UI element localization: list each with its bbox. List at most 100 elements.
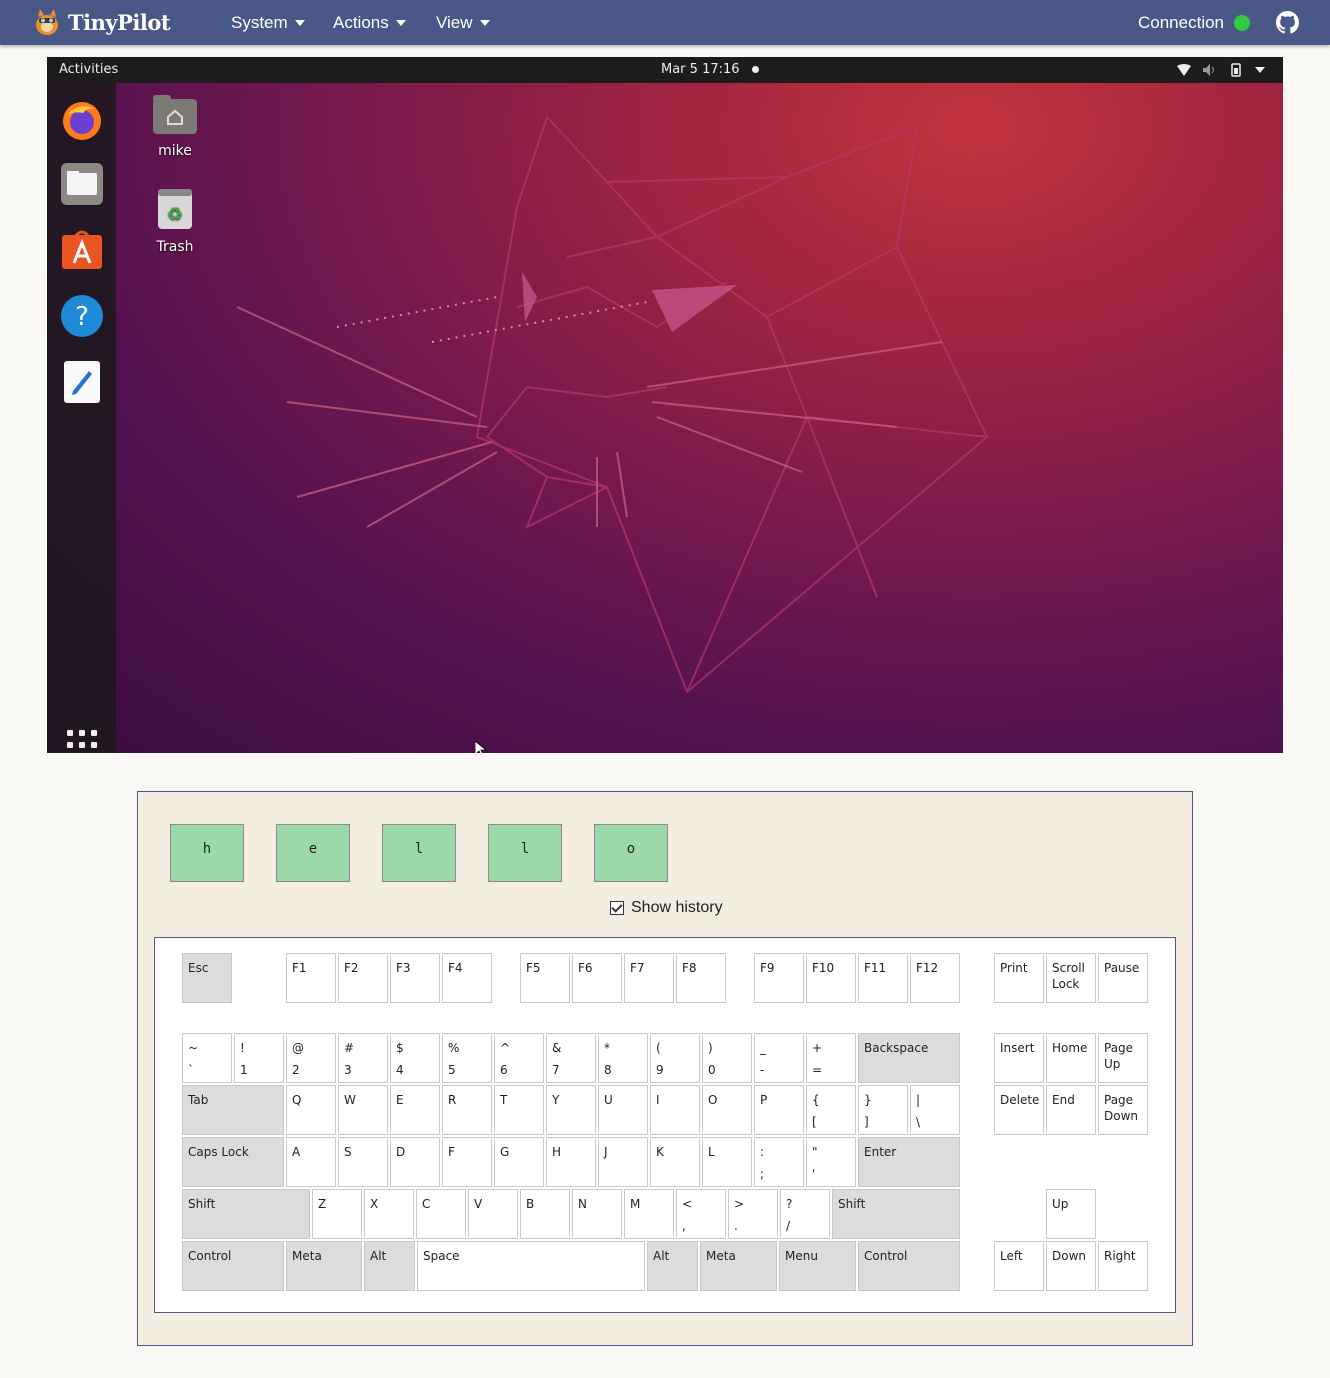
activities-button[interactable]: Activities bbox=[59, 62, 118, 77]
key-l[interactable]: L bbox=[702, 1137, 752, 1187]
key-f10[interactable]: F10 bbox=[806, 953, 856, 1003]
clock[interactable]: Mar 5 17:16 bbox=[661, 62, 740, 77]
key-e[interactable]: E bbox=[390, 1085, 440, 1135]
key-f12[interactable]: F12 bbox=[910, 953, 960, 1003]
key-sym[interactable]: | \ bbox=[910, 1085, 960, 1135]
key-backspace[interactable]: Backspace bbox=[858, 1033, 960, 1083]
key-page-down[interactable]: Page Down bbox=[1098, 1085, 1148, 1135]
menu-actions[interactable]: Actions bbox=[333, 0, 406, 45]
key-t[interactable]: T bbox=[494, 1085, 544, 1135]
menu-view[interactable]: View bbox=[436, 0, 490, 45]
key-f[interactable]: F bbox=[442, 1137, 492, 1187]
key-sym[interactable]: ~ ` bbox=[182, 1033, 232, 1083]
key-p[interactable]: P bbox=[754, 1085, 804, 1135]
key-f2[interactable]: F2 bbox=[338, 953, 388, 1003]
key-esc[interactable]: Esc bbox=[182, 953, 232, 1003]
key-b[interactable]: B bbox=[520, 1189, 570, 1239]
key-k[interactable]: K bbox=[650, 1137, 700, 1187]
key-sym[interactable]: + = bbox=[806, 1033, 856, 1083]
desktop-icon-trash[interactable]: ♻ Trash bbox=[140, 187, 210, 255]
key-f6[interactable]: F6 bbox=[572, 953, 622, 1003]
key-x[interactable]: X bbox=[364, 1189, 414, 1239]
key-tab[interactable]: Tab bbox=[182, 1085, 284, 1135]
key-right[interactable]: Right bbox=[1098, 1241, 1148, 1291]
key-2[interactable]: @2 bbox=[286, 1033, 336, 1083]
key-enter[interactable]: Enter bbox=[858, 1137, 960, 1187]
desktop-icon-home[interactable]: mike bbox=[140, 93, 210, 159]
key-q[interactable]: Q bbox=[286, 1085, 336, 1135]
key-print[interactable]: Print bbox=[994, 953, 1044, 1003]
key-meta[interactable]: Meta bbox=[286, 1241, 362, 1291]
key-sym[interactable]: >. bbox=[728, 1189, 778, 1239]
key-j[interactable]: J bbox=[598, 1137, 648, 1187]
files-icon[interactable] bbox=[59, 161, 105, 207]
menu-system[interactable]: System bbox=[231, 0, 305, 45]
key-0[interactable]: ) 0 bbox=[702, 1033, 752, 1083]
key-i[interactable]: I bbox=[650, 1085, 700, 1135]
firefox-icon[interactable] bbox=[59, 97, 105, 143]
key-home[interactable]: Home bbox=[1046, 1033, 1096, 1083]
software-store-icon[interactable] bbox=[59, 227, 105, 273]
system-tray[interactable] bbox=[1177, 63, 1265, 77]
key-5[interactable]: % 5 bbox=[442, 1033, 492, 1083]
key-8[interactable]: * 8 bbox=[598, 1033, 648, 1083]
key-m[interactable]: M bbox=[624, 1189, 674, 1239]
key-f4[interactable]: F4 bbox=[442, 953, 492, 1003]
key-up[interactable]: Up bbox=[1046, 1189, 1096, 1239]
key-sym[interactable]: ? / bbox=[780, 1189, 830, 1239]
text-editor-icon[interactable] bbox=[59, 359, 105, 405]
key-f7[interactable]: F7 bbox=[624, 953, 674, 1003]
key-shift[interactable]: Shift bbox=[832, 1189, 960, 1239]
key-a[interactable]: A bbox=[286, 1137, 336, 1187]
key-s[interactable]: S bbox=[338, 1137, 388, 1187]
key-f8[interactable]: F8 bbox=[676, 953, 726, 1003]
key-control[interactable]: Control bbox=[858, 1241, 960, 1291]
key-y[interactable]: Y bbox=[546, 1085, 596, 1135]
key-scroll-lock[interactable]: Scroll Lock bbox=[1046, 953, 1096, 1003]
key-g[interactable]: G bbox=[494, 1137, 544, 1187]
key-v[interactable]: V bbox=[468, 1189, 518, 1239]
key-6[interactable]: ^ 6 bbox=[494, 1033, 544, 1083]
key-space[interactable]: Space bbox=[417, 1241, 645, 1291]
key-end[interactable]: End bbox=[1046, 1085, 1096, 1135]
key-o[interactable]: O bbox=[702, 1085, 752, 1135]
key-f3[interactable]: F3 bbox=[390, 953, 440, 1003]
key-7[interactable]: & 7 bbox=[546, 1033, 596, 1083]
show-history-toggle[interactable]: Show history bbox=[610, 899, 723, 917]
key-sym[interactable]: :; bbox=[754, 1137, 804, 1187]
key-insert[interactable]: Insert bbox=[994, 1033, 1044, 1083]
key-sym[interactable]: {[ bbox=[806, 1085, 856, 1135]
key-d[interactable]: D bbox=[390, 1137, 440, 1187]
key-z[interactable]: Z bbox=[312, 1189, 362, 1239]
tinypilot-logo[interactable]: TinyPilot bbox=[32, 7, 171, 37]
key-f5[interactable]: F5 bbox=[520, 953, 570, 1003]
key-caps-lock[interactable]: Caps Lock bbox=[182, 1137, 284, 1187]
key-c[interactable]: C bbox=[416, 1189, 466, 1239]
key-sym[interactable]: " ' bbox=[806, 1137, 856, 1187]
key-f1[interactable]: F1 bbox=[286, 953, 336, 1003]
key-down[interactable]: Down bbox=[1046, 1241, 1096, 1291]
show-history-checkbox[interactable] bbox=[610, 901, 624, 915]
key-4[interactable]: $4 bbox=[390, 1033, 440, 1083]
remote-screen[interactable]: Activities Mar 5 17:16 ? mike ♻ Trash bbox=[47, 57, 1283, 753]
key-pause[interactable]: Pause bbox=[1098, 953, 1148, 1003]
key-menu[interactable]: Menu bbox=[779, 1241, 856, 1291]
key-r[interactable]: R bbox=[442, 1085, 492, 1135]
key-f11[interactable]: F11 bbox=[858, 953, 908, 1003]
key-left[interactable]: Left bbox=[994, 1241, 1044, 1291]
help-icon[interactable]: ? bbox=[59, 293, 105, 339]
show-applications-icon[interactable] bbox=[67, 730, 97, 753]
key-1[interactable]: ! 1 bbox=[234, 1033, 284, 1083]
key-h[interactable]: H bbox=[546, 1137, 596, 1187]
key-f9[interactable]: F9 bbox=[754, 953, 804, 1003]
key-sym[interactable]: }] bbox=[858, 1085, 908, 1135]
key-shift[interactable]: Shift bbox=[182, 1189, 310, 1239]
key-page-up[interactable]: Page Up bbox=[1098, 1033, 1148, 1083]
key-w[interactable]: W bbox=[338, 1085, 388, 1135]
key-9[interactable]: (9 bbox=[650, 1033, 700, 1083]
key-delete[interactable]: Delete bbox=[994, 1085, 1044, 1135]
key-control[interactable]: Control bbox=[182, 1241, 284, 1291]
github-icon[interactable] bbox=[1276, 11, 1299, 34]
key-alt[interactable]: Alt bbox=[364, 1241, 415, 1291]
key-sym[interactable]: <, bbox=[676, 1189, 726, 1239]
